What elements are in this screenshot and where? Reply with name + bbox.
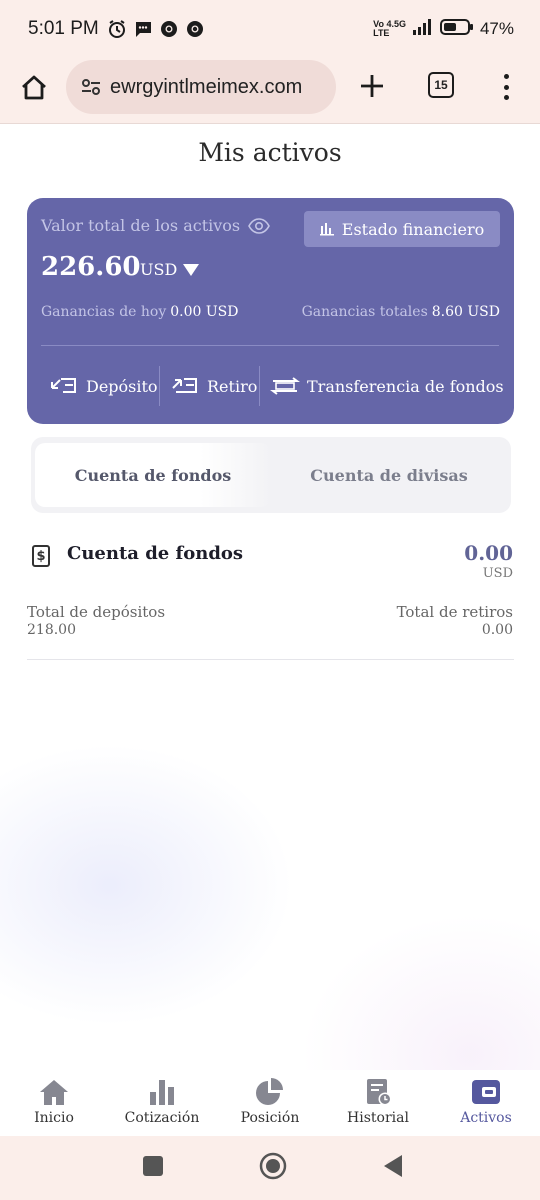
total-deposits-label: Total de depósitos [27,603,166,621]
menu-dot [503,84,509,90]
battery-percent: 47% [479,19,514,38]
home-icon [22,75,46,100]
chrome-icon-2 [185,19,205,39]
status-time: 5:01 PM [28,18,99,39]
chrome-icon [159,19,179,39]
nav-home-label: Inicio [34,1110,74,1126]
gains-total: Ganancias totales 8.60 USD [302,304,500,320]
deposit-icon [51,378,76,393]
currency-label: USD [140,260,178,279]
home-button[interactable] [16,70,52,106]
nav-home[interactable]: Inicio [0,1070,108,1136]
tab-fund-account[interactable]: Cuenta de fondos [35,443,271,507]
total-assets-label: Valor total de los activos [41,216,241,235]
nav-position[interactable]: Posición [216,1070,324,1136]
deposit-label: Depósito [86,376,158,396]
history-icon [367,1079,392,1106]
browser-menu-button[interactable] [496,70,516,104]
caret-down-icon [183,263,200,276]
bar-chart-icon [319,223,334,236]
nav-quotes[interactable]: Cotización [108,1070,216,1136]
signal-icon [412,18,434,41]
status-right: Vo 4.5G LTE 47% [373,18,514,41]
fund-account-value: 0.00 [464,541,513,565]
dollar-icon: $ [32,545,50,567]
tab-switcher-button[interactable]: 15 [428,72,454,98]
network-lte: LTE [373,28,390,38]
asset-actions: Depósito Retiro Transferencia de fondos [27,366,514,406]
nav-history-label: Historial [347,1110,409,1126]
new-tab-button[interactable] [356,68,388,104]
site-settings-icon[interactable] [80,76,102,98]
network-label: Vo 4.5G LTE [373,20,406,38]
gains-today: Ganancias de hoy 0.00 USD [41,304,239,320]
gains-total-label: Ganancias totales [301,304,428,320]
alarm-icon [107,19,127,39]
total-withdrawals-label: Total de retiros [396,603,513,621]
circle-icon [259,1152,287,1180]
gains-today-label: Ganancias de hoy [41,304,167,320]
nav-history[interactable]: Historial [324,1070,432,1136]
plus-icon [361,75,383,97]
nav-quotes-label: Cotización [124,1110,200,1126]
withdraw-icon [172,378,197,393]
fund-account-section: $ Cuenta de fondos 0.00 USD Total de dep… [27,538,514,662]
transfer-button[interactable]: Transferencia de fondos [260,366,504,406]
message-icon [133,19,153,39]
browser-toolbar: ewrgyintlmeimex.com 15 [0,58,540,124]
fund-account-currency: USD [482,566,513,581]
battery-icon [439,18,474,41]
account-tabs: Cuenta de fondos Cuenta de divisas [31,437,511,513]
url-field[interactable]: ewrgyintlmeimex.com [66,60,336,114]
nav-assets-label: Activos [460,1110,512,1126]
back-triangle-icon [384,1155,402,1177]
nav-assets[interactable]: Activos [432,1070,540,1136]
withdraw-label: Retiro [207,376,258,396]
nav-position-label: Posición [240,1110,300,1126]
system-home-button[interactable] [259,1152,287,1184]
status-left: 5:01 PM [28,18,205,40]
gains-total-value: 8.60 USD [431,304,500,320]
back-button[interactable] [382,1154,404,1182]
total-assets-label-row: Valor total de los activos [41,216,271,235]
system-nav-bar [0,1136,540,1200]
financial-statement-label: Estado financiero [341,219,485,239]
recents-button[interactable] [142,1155,164,1181]
home-icon [40,1080,68,1105]
gains-today-value: 0.00 USD [170,304,239,320]
transfer-icon [270,377,300,395]
pie-chart-icon [256,1078,283,1105]
deposit-button[interactable]: Depósito [27,366,159,406]
page-title: Mis activos [198,138,342,167]
wallet-icon [472,1080,500,1104]
bar-chart-icon [150,1080,174,1105]
currency-selector[interactable]: USD [140,260,200,279]
square-icon [143,1156,163,1176]
asset-summary-card: Valor total de los activos Estado financ… [27,198,514,424]
menu-dot [503,95,509,100]
total-withdrawals-value: 0.00 [481,622,513,638]
tab-currency-account[interactable]: Cuenta de divisas [271,443,507,507]
eye-icon[interactable] [248,217,271,234]
card-divider [41,345,499,346]
total-assets-value: 226.60 [41,252,141,282]
bottom-nav: Inicio Cotización Posición Historial Act… [0,1070,540,1136]
total-deposits-value: 218.00 [27,622,76,638]
url-text: ewrgyintlmeimex.com [110,75,303,98]
menu-dot [503,74,509,79]
fund-account-title: Cuenta de fondos [67,543,244,564]
withdraw-button[interactable]: Retiro [160,366,259,406]
section-divider [27,659,514,660]
status-bar: 5:01 PM Vo 4.5G LTE 47% [0,0,540,58]
financial-statement-button[interactable]: Estado financiero [304,211,500,247]
transfer-label: Transferencia de fondos [307,376,504,396]
